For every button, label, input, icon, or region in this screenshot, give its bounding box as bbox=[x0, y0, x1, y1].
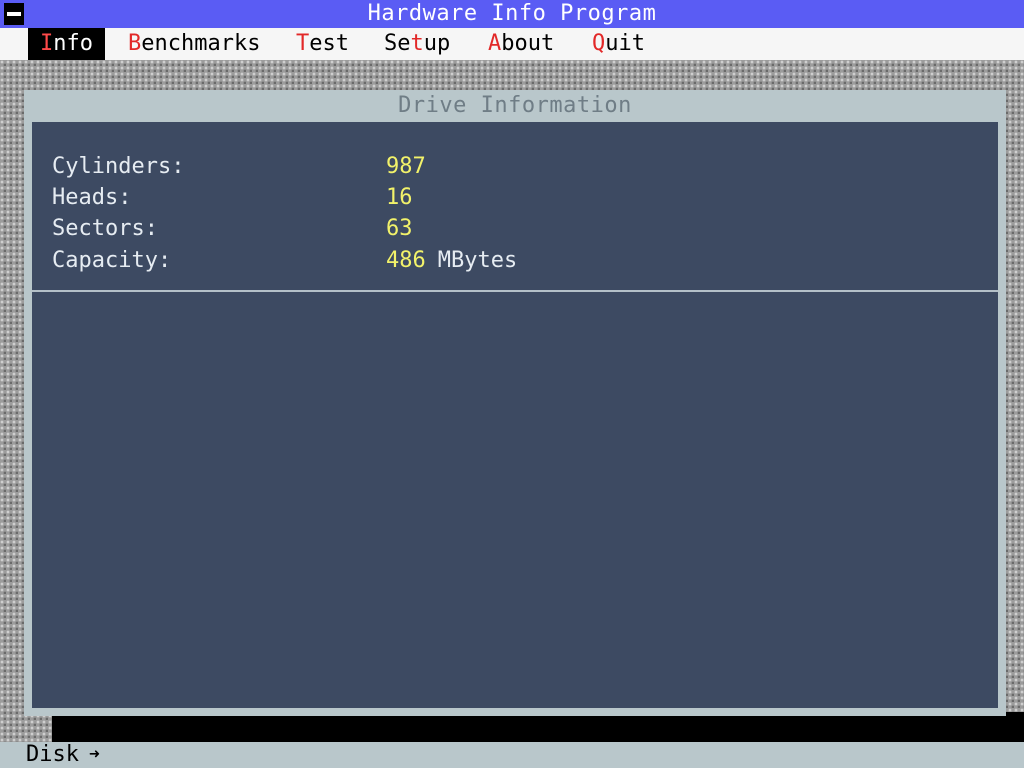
menu-quit[interactable]: Quit bbox=[592, 28, 645, 60]
menu-benchmarks-label: enchmarks bbox=[141, 31, 261, 56]
menu-setup[interactable]: Setup bbox=[384, 28, 450, 60]
menu-quit-hotkey: Q bbox=[592, 31, 606, 56]
status-label: Disk bbox=[26, 742, 79, 767]
panel-divider bbox=[32, 290, 998, 292]
capacity-label: Capacity: bbox=[52, 248, 172, 273]
menu-info-hotkey: I bbox=[40, 31, 54, 56]
menu-setup-label: up bbox=[423, 31, 451, 56]
window-shadow bbox=[52, 712, 1024, 742]
menu-setup-label-pre: Se bbox=[384, 31, 411, 56]
menu-about-hotkey: A bbox=[488, 31, 502, 56]
menu-about-label: bout bbox=[501, 31, 555, 56]
capacity-value: 486 bbox=[386, 248, 426, 273]
menu-test-hotkey: T bbox=[296, 31, 310, 56]
menu-benchmarks[interactable]: Benchmarks bbox=[128, 28, 260, 60]
menu-about[interactable]: About bbox=[488, 28, 554, 60]
heads-value: 16 bbox=[386, 185, 413, 210]
menu-setup-hotkey: t bbox=[410, 31, 424, 56]
window-title: Hardware Info Program bbox=[367, 1, 657, 26]
arrow-right-icon: ➜ bbox=[88, 744, 100, 765]
heads-label: Heads: bbox=[52, 185, 132, 210]
drive-info-body: Cylinders: 987 Heads: 16 Sectors: 63 Cap… bbox=[32, 122, 998, 708]
capacity-unit: MBytes bbox=[437, 248, 518, 273]
menu-test[interactable]: Test bbox=[296, 28, 349, 60]
menu-benchmarks-hotkey: B bbox=[128, 31, 142, 56]
sectors-value: 63 bbox=[386, 216, 413, 241]
menu-bar: Info Benchmarks Test Setup About Quit bbox=[0, 28, 1024, 60]
drive-info-title: Drive Information bbox=[398, 93, 632, 118]
menu-test-label: est bbox=[309, 31, 349, 56]
status-indicator[interactable]: Disk ➜ bbox=[26, 742, 100, 768]
drive-info-window: Drive Information Cylinders: 987 Heads: … bbox=[24, 90, 1006, 716]
capacity-value-group: 486 MBytes bbox=[386, 246, 517, 276]
menu-info[interactable]: Info bbox=[28, 28, 105, 60]
title-bar: Hardware Info Program bbox=[0, 0, 1024, 28]
menu-info-label: nfo bbox=[53, 31, 93, 56]
menu-quit-label: uit bbox=[605, 31, 645, 56]
status-bar: Disk ➜ bbox=[0, 742, 1024, 768]
cylinders-value: 987 bbox=[386, 154, 426, 179]
sectors-label: Sectors: bbox=[52, 216, 158, 241]
cylinders-label: Cylinders: bbox=[52, 154, 185, 179]
